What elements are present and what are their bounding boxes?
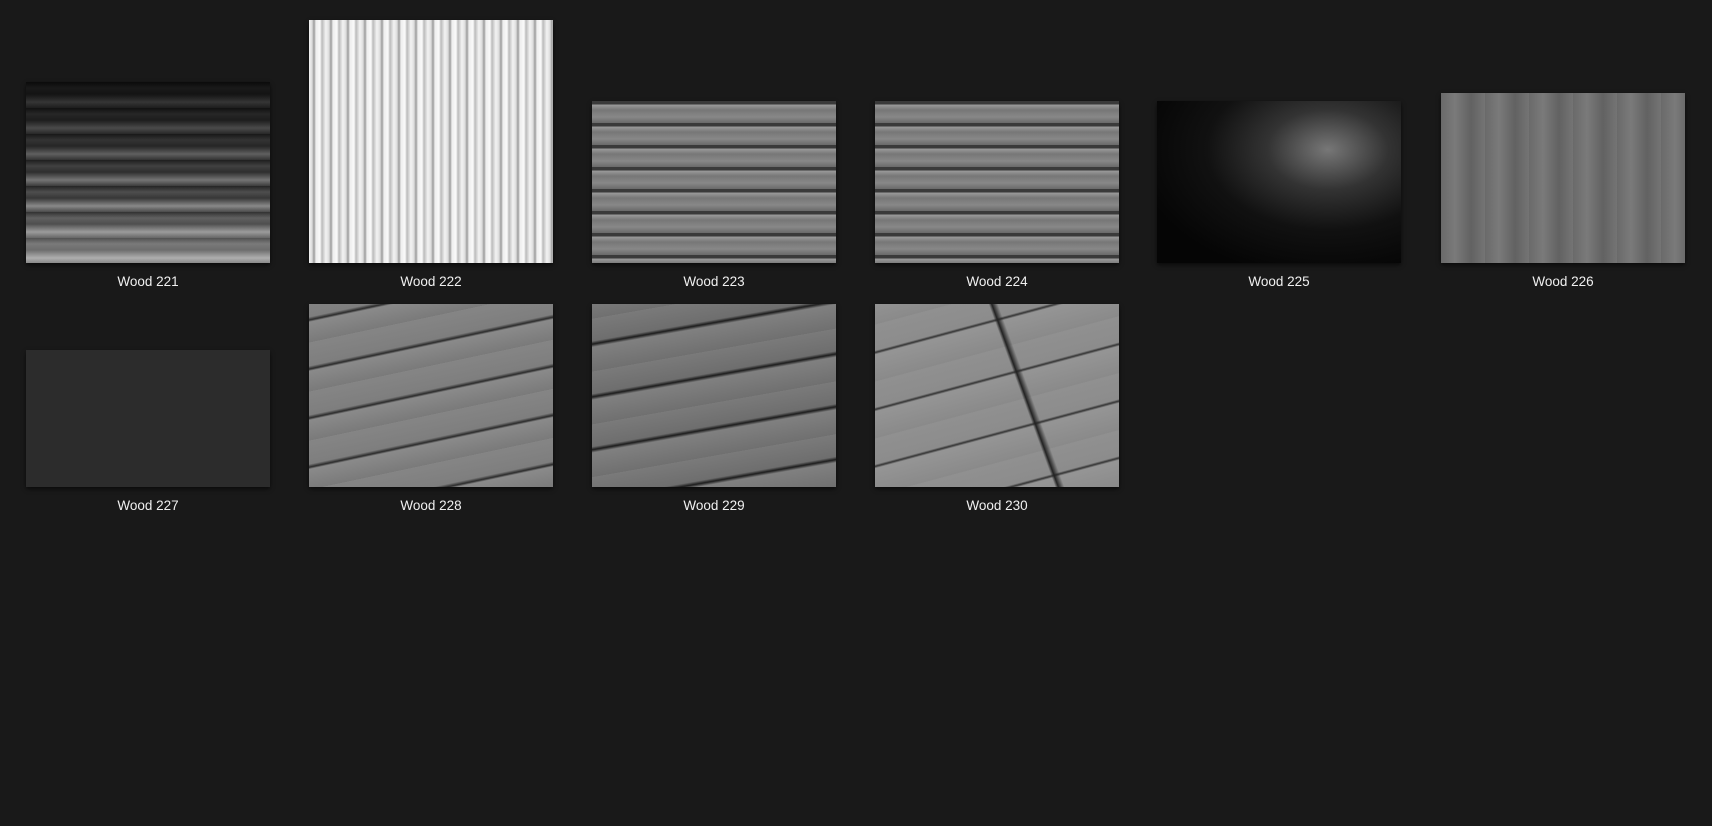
thumbnail[interactable] [875, 304, 1119, 487]
file-name: Wood 223 [683, 274, 745, 289]
file-name: Wood 222 [400, 274, 462, 289]
file-name: Wood 225 [1248, 274, 1310, 289]
thumbnail[interactable] [1157, 101, 1401, 263]
file-name: Wood 226 [1532, 274, 1594, 289]
thumbnail[interactable] [1441, 93, 1685, 263]
file-name: Wood 221 [117, 274, 179, 289]
thumbnail[interactable] [309, 304, 553, 487]
thumbnail[interactable] [26, 350, 270, 487]
file-name: Wood 230 [966, 498, 1028, 513]
file-name: Wood 228 [400, 498, 462, 513]
file-name: Wood 224 [966, 274, 1028, 289]
thumbnail[interactable] [592, 304, 836, 487]
thumbnail[interactable] [592, 101, 836, 263]
thumbnail[interactable] [875, 101, 1119, 263]
thumbnail[interactable] [309, 20, 553, 263]
file-name: Wood 229 [683, 498, 745, 513]
thumbnail[interactable] [26, 82, 270, 263]
file-name: Wood 227 [117, 498, 179, 513]
